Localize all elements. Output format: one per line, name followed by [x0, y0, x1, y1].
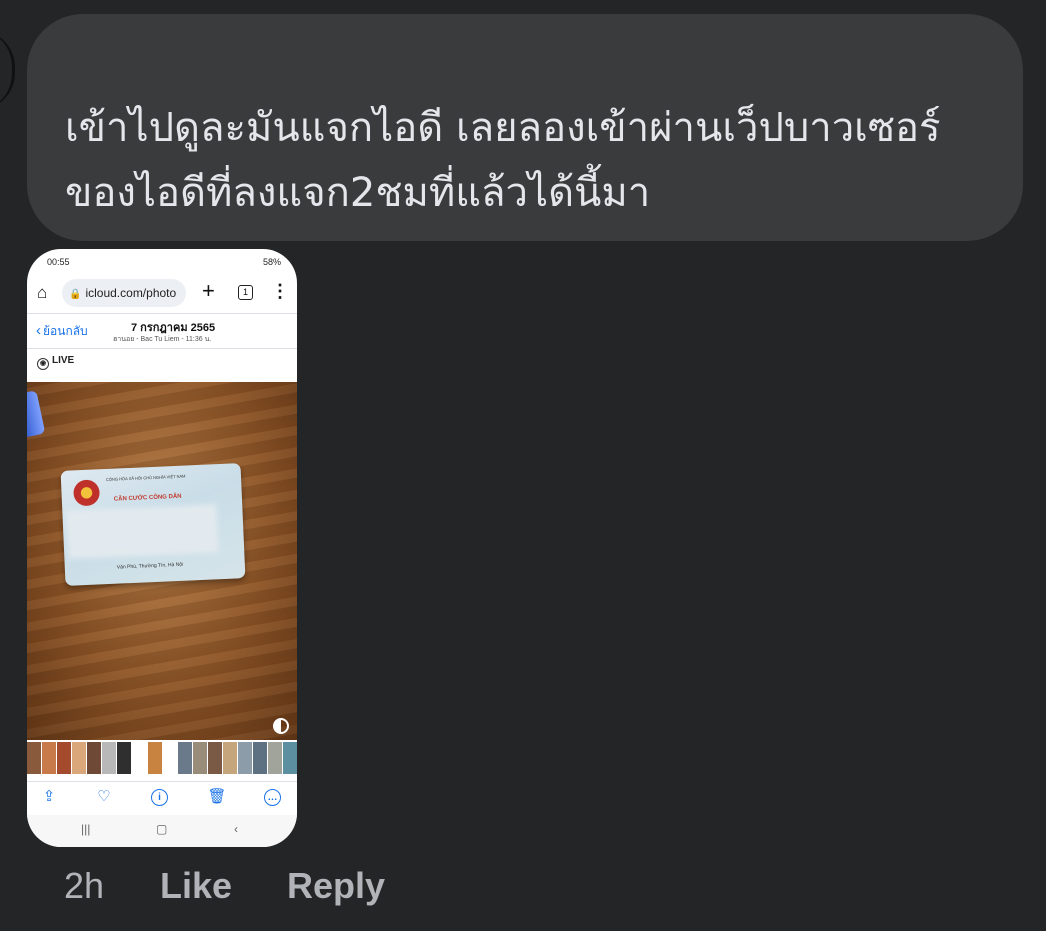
address-url: icloud.com/photo — [85, 286, 177, 300]
android-nav-bar: ||| ▢ ‹ — [27, 815, 297, 847]
info-icon: i — [151, 789, 168, 806]
thumbnail[interactable] — [102, 742, 117, 774]
browser-url-bar: ⌂ 🔒 icloud.com/photo + 1 ⋮ — [27, 277, 297, 311]
thumbnail[interactable] — [132, 742, 147, 774]
thumbnail[interactable] — [252, 742, 267, 774]
thumbnail[interactable] — [192, 742, 207, 774]
thumbnail[interactable] — [162, 742, 177, 774]
back-label: ย้อนกลับ — [43, 324, 88, 338]
comment-text-line-1: เข้าไปดูละมันแจกไอดี เลยลองเข้าผ่านเว็ปบ… — [65, 105, 941, 151]
photo-header: ‹ ย้อนกลับ 7 กรกฎาคม 2565 ฮานอย - Bac Tu … — [27, 313, 297, 349]
live-icon: ◉ — [37, 358, 49, 370]
back-nav-icon: ‹ — [234, 822, 238, 836]
address-field: 🔒 icloud.com/photo — [62, 279, 186, 307]
thumbnail[interactable] — [222, 742, 237, 774]
card-title: CĂN CƯỚC CÔNG DÂN — [113, 493, 182, 503]
comment-actions: 2h Like Reply — [0, 865, 1046, 910]
thumbnail[interactable] — [42, 742, 57, 774]
thumbnail[interactable] — [87, 742, 102, 774]
thumbnail[interactable] — [207, 742, 222, 774]
emblem-icon — [73, 479, 101, 507]
card-address: Văn Phú, Thường Tín, Hà Nội — [116, 561, 184, 571]
more-options-icon: … — [264, 789, 281, 806]
contrast-icon — [273, 718, 289, 734]
thumbnail[interactable] — [268, 742, 283, 774]
photo-toolbar: ⇪ ♡ i 🗑 … — [27, 781, 297, 812]
thumbnail[interactable] — [147, 742, 162, 774]
live-label: LIVE — [52, 355, 75, 366]
status-battery: 58% — [262, 257, 281, 267]
attached-screenshot[interactable]: 00:55 58% ⌂ 🔒 icloud.com/photo + 1 ⋮ ‹ ย้อ… — [27, 249, 297, 847]
thumbnail-strip — [27, 742, 297, 774]
thumbnail[interactable] — [177, 742, 192, 774]
home-button-icon: ▢ — [156, 822, 168, 836]
recents-icon: ||| — [81, 822, 91, 836]
thumbnail[interactable] — [57, 742, 72, 774]
home-icon: ⌂ — [37, 283, 48, 302]
back-link: ‹ ย้อนกลับ — [36, 322, 88, 341]
chevron-left-icon: ‹ — [36, 322, 41, 339]
lock-icon: 🔒 — [69, 289, 82, 300]
photo-view: CỘNG HÒA XÃ HỘI CHỦ NGHĨA VIỆT NAM CĂN C… — [27, 382, 297, 740]
thumbnail[interactable] — [27, 742, 42, 774]
trash-icon: 🗑 — [207, 788, 227, 805]
thumbnail[interactable] — [237, 742, 252, 774]
share-icon: ⇪ — [42, 788, 56, 805]
phone-status-bar: 00:55 58% — [27, 249, 297, 275]
comment-text-line-2: ของไอดีที่ลงแจก2ชมที่แล้วได้นี้มา — [65, 170, 651, 216]
thumbnail[interactable] — [283, 742, 297, 774]
thumbnail[interactable] — [72, 742, 87, 774]
avatar-edge — [0, 30, 15, 110]
live-badge: ◉ LIVE — [37, 355, 74, 370]
new-tab-icon: + — [202, 278, 215, 303]
status-time: 00:55 — [47, 257, 70, 267]
id-card: CỘNG HÒA XÃ HỘI CHỦ NGHĨA VIỆT NAM CĂN C… — [60, 463, 246, 586]
like-button[interactable]: Like — [160, 865, 232, 907]
reply-button[interactable]: Reply — [287, 865, 385, 907]
blurred-details — [66, 504, 219, 559]
tab-count-icon: 1 — [238, 285, 253, 300]
photo-location: ฮานอย - Bac Tu Liem - 11:36 น. — [113, 336, 212, 343]
heart-icon: ♡ — [97, 788, 111, 805]
comment-bubble: เข้าไปดูละมันแจกไอดี เลยลองเข้าผ่านเว็ปบ… — [27, 14, 1023, 241]
pen-object — [27, 390, 46, 438]
thumbnail[interactable] — [117, 742, 132, 774]
card-header: CỘNG HÒA XÃ HỘI CHỦ NGHĨA VIỆT NAM — [105, 473, 186, 483]
comment-age: 2h — [64, 865, 105, 906]
more-menu-icon: ⋮ — [271, 281, 289, 301]
